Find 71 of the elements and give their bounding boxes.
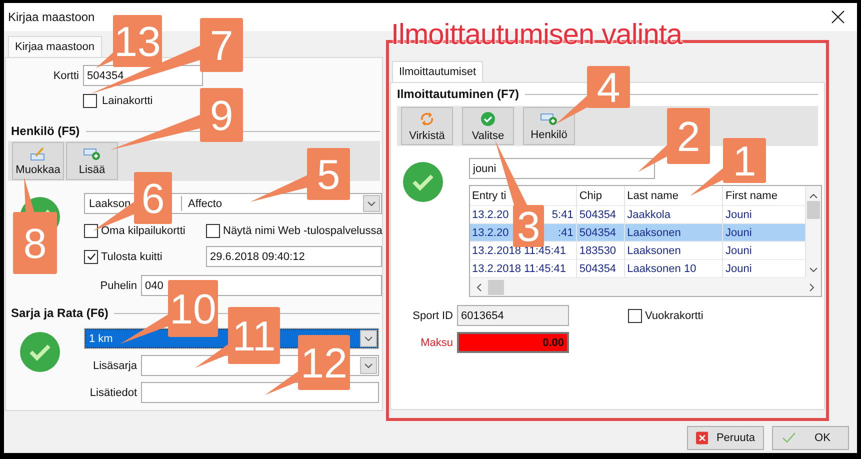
checkbox[interactable] [84, 224, 98, 238]
callout-tooltip: 13 [96, 15, 162, 68]
checkbox[interactable] [628, 308, 642, 322]
section-heading: Henkilö (F5) [11, 124, 80, 138]
dropdown-button[interactable] [360, 330, 377, 347]
combo-text: Laakson [88, 198, 132, 210]
table-cell: 504354 [577, 224, 626, 242]
add-icon [540, 112, 558, 126]
toolbar-button[interactable]: Muokkaa [12, 142, 64, 180]
search-field[interactable]: jouni [469, 158, 655, 179]
edit-icon [29, 146, 47, 160]
section-heading: Ilmoittautuminen (F7) [397, 87, 519, 101]
field-label: Kortti [52, 70, 80, 82]
toolbar-button[interactable]: Lisää [66, 142, 118, 180]
close-icon[interactable] [831, 10, 845, 24]
dropdown-button[interactable] [360, 357, 377, 374]
dropdown-button[interactable] [363, 195, 380, 212]
toolbar-button[interactable]: Virkistä [401, 107, 453, 145]
tab[interactable]: Ilmoittautumiset [392, 61, 484, 82]
chevron-down-icon [364, 336, 373, 342]
ok-button[interactable]: OK [772, 426, 849, 450]
window-title: Kirjaa maastoon [8, 10, 95, 24]
table-cell: Laaksonen [625, 224, 724, 242]
date-field[interactable]: 29.6.2018 09:40:12 [206, 246, 382, 267]
checkbox[interactable] [84, 250, 98, 264]
callout-tooltip: 8 [13, 177, 57, 274]
field-label: Puhelin [99, 280, 138, 292]
info-field[interactable] [141, 382, 379, 403]
checkbox-label: Tulosta kuitti [101, 250, 162, 262]
toolbar-button[interactable]: Henkilö [523, 107, 575, 145]
field-label: Maksu [420, 336, 454, 348]
table-cell: Jouni [723, 224, 806, 242]
tab[interactable]: Kirjaa maastoon [8, 36, 102, 57]
callout-tooltip: 5 [250, 148, 350, 202]
check-circle-icon [403, 162, 443, 202]
field-label: Lisätiedot [88, 386, 138, 398]
toolbar-button[interactable]: Valitse [462, 107, 514, 145]
scrollbar[interactable] [470, 278, 821, 296]
checkmark-icon [781, 430, 797, 444]
field-label: Sport ID [412, 310, 454, 322]
chevron-down-icon [367, 200, 376, 206]
checkbox[interactable] [83, 94, 97, 108]
checkbox[interactable] [206, 224, 220, 238]
add-icon [83, 146, 101, 160]
section-heading: Sarja ja Rata (F6) [11, 306, 108, 320]
close-icon [696, 430, 708, 444]
combo-text: Affecto [187, 198, 224, 210]
checkbox-label: Oma kilpailukortti [101, 225, 186, 237]
checkbox-label: Vuokrakortti [645, 310, 704, 322]
scrollbar-thumb[interactable] [807, 201, 820, 219]
chevron-right-icon [809, 282, 815, 292]
table-cell: 183530 [577, 242, 626, 260]
payment-field: 0.00 [457, 332, 569, 353]
callout-tooltip: 2 [638, 108, 710, 172]
scrollbar[interactable] [806, 186, 821, 278]
chevron-down-icon [809, 267, 818, 273]
table-cell: Laaksonen [625, 242, 724, 260]
scrollbar-thumb[interactable] [488, 280, 504, 294]
chevron-left-icon [476, 282, 482, 292]
chevron-down-icon [364, 362, 373, 368]
checkbox-label: Näytä nimi Web -tulospalvelussa [223, 225, 382, 237]
refresh-icon [419, 110, 435, 126]
cancel-button[interactable]: Peruuta [687, 426, 764, 450]
checkbox-label: Lainakortti [102, 95, 153, 107]
callout-tooltip: 4 [556, 64, 630, 124]
sport-id-field: 6013654 [457, 305, 569, 326]
check-circle-icon [480, 110, 496, 126]
check-circle-icon [20, 332, 60, 372]
field-label: Lisäsarja [92, 360, 138, 372]
column-header[interactable]: Chip [577, 186, 626, 206]
chevron-up-icon [809, 193, 818, 199]
